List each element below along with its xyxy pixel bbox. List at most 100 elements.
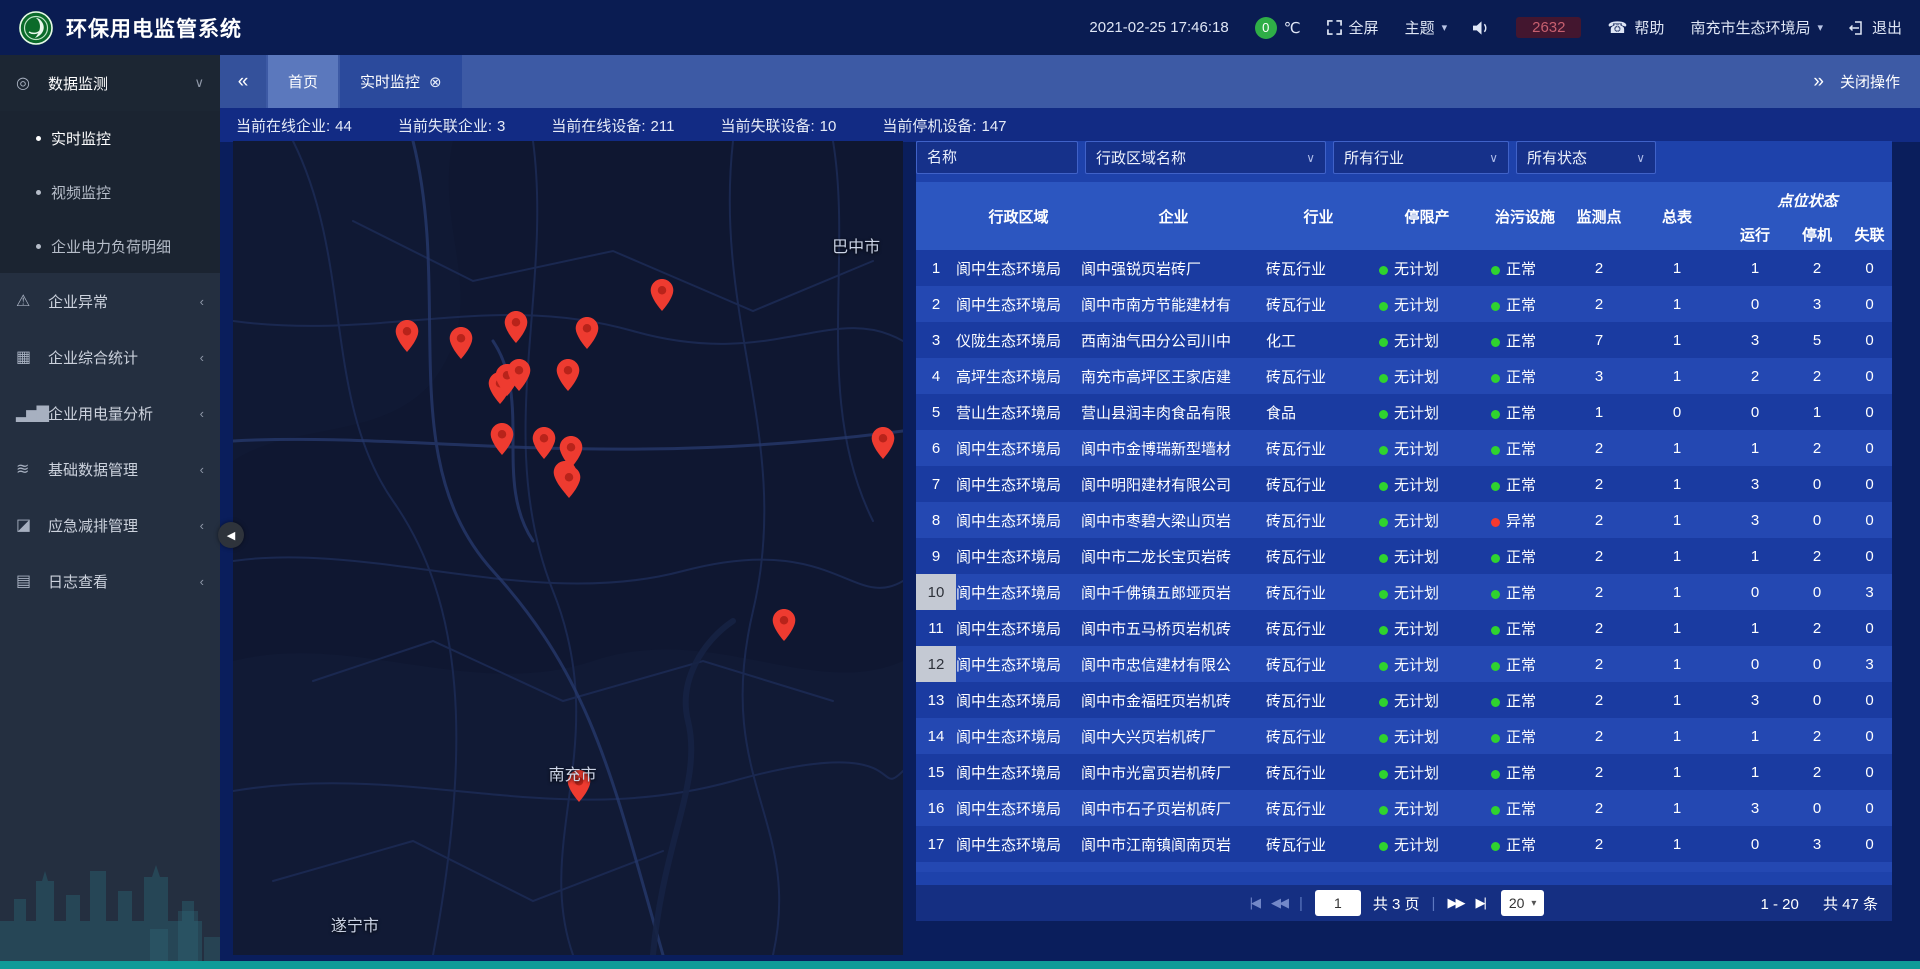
logout-button[interactable]: 退出 [1849, 17, 1902, 38]
sidebar-item-base-data[interactable]: ≋基础数据管理‹ [0, 441, 220, 497]
map-pin[interactable] [557, 359, 580, 396]
region-filter-select[interactable]: 行政区域名称 ∨ [1085, 141, 1326, 174]
first-page-button[interactable]: |◀ [1250, 895, 1259, 911]
table-row[interactable]: 3仪陇生态环境局西南油气田分公司川中化工无计划正常71350 [916, 322, 1892, 358]
cell-meters: 1 [1631, 466, 1723, 502]
sidebar-item-label: 企业异常 [48, 291, 200, 312]
table-row[interactable]: 1阆中生态环境局阆中强锐页岩砖厂砖瓦行业无计划正常21120 [916, 250, 1892, 286]
table-row[interactable]: 9阆中生态环境局阆中市二龙长宝页岩砖砖瓦行业无计划正常21120 [916, 538, 1892, 574]
sidebar-item-enterprise-statistics[interactable]: ▦企业综合统计‹ [0, 329, 220, 385]
table-row[interactable]: 18南部生态环境局南部县永荣建材有限公砖瓦行业无计划正常21030 [916, 862, 1892, 872]
next-page-button[interactable]: ▶▶ [1447, 895, 1463, 911]
map-pin[interactable] [450, 327, 473, 364]
page-size-select[interactable]: 20 ▾ [1501, 890, 1545, 916]
cell-offline: 0 [1847, 430, 1892, 466]
sidebar-item-video-monitor[interactable]: 视频监控 [0, 165, 220, 219]
limit-status-label: 无计划 [1394, 729, 1439, 746]
sidebar-item-power-load-detail[interactable]: 企业电力负荷明细 [0, 219, 220, 273]
help-button[interactable]: ☎ 帮助 [1607, 17, 1664, 38]
map-city-label: 南充市 [549, 761, 597, 785]
industry-filter-select[interactable]: 所有行业 ∨ [1333, 141, 1509, 174]
cell-limit: 无计划 [1371, 862, 1483, 872]
map-pin[interactable] [558, 466, 581, 503]
map-collapse-handle[interactable]: ◀ [218, 522, 244, 548]
table-row[interactable]: 13阆中生态环境局阆中市金福旺页岩机砖砖瓦行业无计划正常21300 [916, 682, 1892, 718]
last-page-button[interactable]: ▶| [1475, 895, 1484, 911]
table-row[interactable]: 7阆中生态环境局阆中明阳建材有限公司砖瓦行业无计划正常21300 [916, 466, 1892, 502]
cell-points: 2 [1567, 682, 1631, 718]
map-pin[interactable] [395, 320, 418, 357]
map-pin[interactable] [773, 609, 796, 646]
status-dot-green [1379, 590, 1388, 599]
sidebar-item-power-analysis[interactable]: ▂▅▇企业用电量分析‹ [0, 385, 220, 441]
page-number-input[interactable] [1315, 890, 1361, 916]
cell-stop: 3 [1787, 826, 1847, 862]
cell-stop: 2 [1787, 250, 1847, 286]
stat-value: 10 [820, 118, 837, 135]
table-row[interactable]: 5营山生态环境局营山县润丰肉食品有限食品无计划正常10010 [916, 394, 1892, 430]
status-filter-select[interactable]: 所有状态 ∨ [1516, 141, 1656, 174]
cell-run: 1 [1723, 718, 1787, 754]
org-dropdown[interactable]: 南充市生态环境局 ▾ [1690, 17, 1823, 38]
gauge-icon: ◎ [16, 73, 40, 93]
record-total-label: 共 47 条 [1823, 896, 1878, 913]
sidebar-item-realtime-monitor[interactable]: 实时监控 [0, 111, 220, 165]
table-row[interactable]: 4高坪生态环境局南充市高坪区王家店建砖瓦行业无计划正常31220 [916, 358, 1892, 394]
status-filter-value: 所有状态 [1527, 147, 1587, 168]
table-row[interactable]: 2阆中生态环境局阆中市南方节能建材有砖瓦行业无计划正常21030 [916, 286, 1892, 322]
cell-offline: 0 [1847, 754, 1892, 790]
cell-stop: 0 [1787, 646, 1847, 682]
facility-status-label: 正常 [1506, 549, 1536, 566]
app-header: 环保用电监管系统 2021-02-25 17:46:18 0 ℃ 全屏 主题 ▾… [0, 0, 1920, 55]
cell-facility: 正常 [1483, 286, 1567, 322]
cell-facility: 正常 [1483, 682, 1567, 718]
table-row[interactable]: 12阆中生态环境局阆中市忠信建材有限公砖瓦行业无计划正常21003 [916, 646, 1892, 682]
table-row[interactable]: 10阆中生态环境局阆中千佛镇五郎垭页岩砖瓦行业无计划正常21003 [916, 574, 1892, 610]
cell-region: 阆中生态环境局 [956, 466, 1081, 502]
sidebar-item-log-view[interactable]: ▤日志查看‹ [0, 553, 220, 609]
map-pin[interactable] [871, 427, 894, 464]
tab-home[interactable]: 首页 [268, 55, 338, 108]
map-pin[interactable] [504, 311, 527, 348]
cell-industry: 砖瓦行业 [1266, 754, 1371, 790]
name-filter-input[interactable] [916, 141, 1078, 174]
cell-facility: 异常 [1483, 502, 1567, 538]
cell-limit: 无计划 [1371, 682, 1483, 718]
map-pin[interactable] [490, 423, 513, 460]
cell-limit: 无计划 [1371, 754, 1483, 790]
cell-offline: 0 [1847, 394, 1892, 430]
tab-realtime-monitor[interactable]: 实时监控⊗ [340, 55, 462, 108]
table-row[interactable]: 8阆中生态环境局阆中市枣碧大梁山页岩砖瓦行业无计划异常21300 [916, 502, 1892, 538]
cell-meters: 1 [1631, 862, 1723, 872]
map[interactable]: 巴中市南充市遂宁市 [233, 141, 903, 955]
map-pin[interactable] [576, 317, 599, 354]
alarm-count-badge[interactable]: 2632 [1516, 17, 1581, 38]
table-row[interactable]: 14阆中生态环境局阆中大兴页岩机砖厂砖瓦行业无计划正常21120 [916, 718, 1892, 754]
map-pin[interactable] [508, 359, 531, 396]
close-icon[interactable]: ⊗ [429, 73, 442, 91]
tabs-scroll-left-button[interactable]: « [220, 55, 266, 108]
sidebar-item-data-monitor[interactable]: ◎数据监测∨ [0, 55, 220, 111]
map-pin[interactable] [532, 427, 555, 464]
sidebar-item-enterprise-abnormal[interactable]: ⚠企业异常‹ [0, 273, 220, 329]
table-row[interactable]: 15阆中生态环境局阆中市光富页岩机砖厂砖瓦行业无计划正常21120 [916, 754, 1892, 790]
cell-company: 阆中市忠信建材有限公 [1081, 646, 1266, 682]
table-row[interactable]: 6阆中生态环境局阆中市金博瑞新型墙材砖瓦行业无计划正常21120 [916, 430, 1892, 466]
fullscreen-button[interactable]: 全屏 [1327, 17, 1379, 38]
theme-dropdown[interactable]: 主题 ▾ [1405, 17, 1448, 38]
sidebar-item-emergency-reduction[interactable]: ◪应急减排管理‹ [0, 497, 220, 553]
cell-offline: 3 [1847, 646, 1892, 682]
close-operations-menu[interactable]: 关闭操作 [1840, 71, 1900, 92]
table-row[interactable]: 17阆中生态环境局阆中市江南镇阆南页岩砖瓦行业无计划正常21030 [916, 826, 1892, 862]
cell-stop: 0 [1787, 682, 1847, 718]
table-row[interactable]: 16阆中生态环境局阆中市石子页岩机砖厂砖瓦行业无计划正常21300 [916, 790, 1892, 826]
cell-facility: 正常 [1483, 754, 1567, 790]
prev-page-button[interactable]: ◀◀ [1271, 895, 1287, 911]
fullscreen-icon [1327, 20, 1342, 35]
cell-no: 9 [916, 538, 956, 574]
tabs-scroll-right-button[interactable]: » [1813, 71, 1824, 93]
table-row[interactable]: 11阆中生态环境局阆中市五马桥页岩机砖砖瓦行业无计划正常21120 [916, 610, 1892, 646]
chevron-left-icon: ‹ [200, 574, 204, 589]
map-pin[interactable] [651, 279, 674, 316]
announcement-button[interactable] [1473, 21, 1490, 35]
